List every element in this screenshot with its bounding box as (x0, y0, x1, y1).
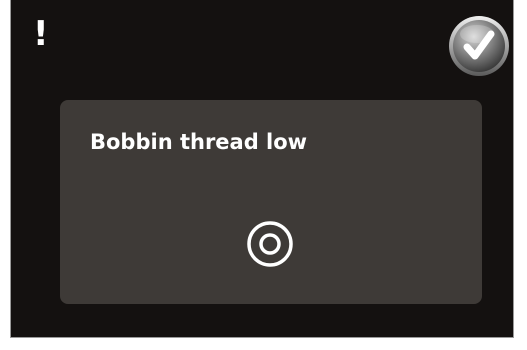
bobbin-icon (245, 219, 295, 269)
checkmark-icon (449, 16, 509, 76)
confirm-button[interactable] (447, 14, 511, 78)
bobbin-alert-dialog: Bobbin thread low (60, 100, 482, 304)
bottom-margin (0, 338, 527, 350)
dialog-message: Bobbin thread low (90, 130, 308, 154)
exclamation-icon: ! (33, 14, 49, 54)
machine-screen: ! Bobbin thread low (10, 0, 514, 338)
